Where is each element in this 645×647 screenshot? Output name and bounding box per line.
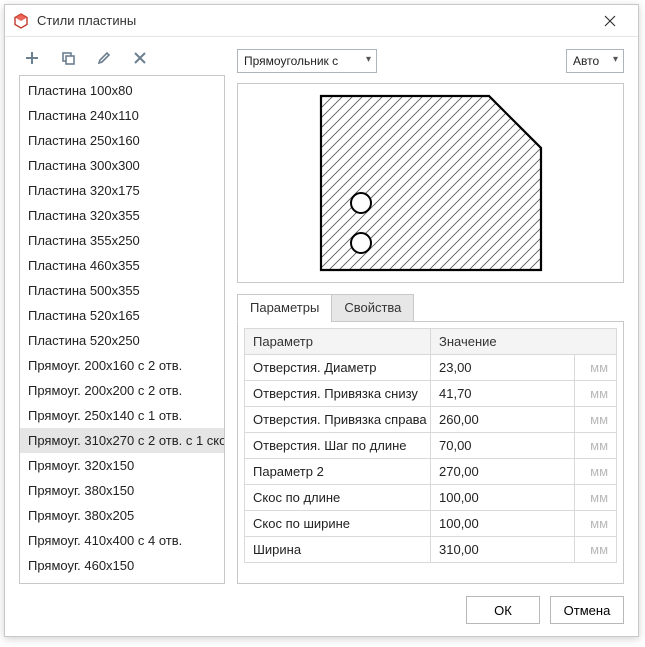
table-row: Отверстия. Шаг по длине70,00мм [245, 433, 617, 459]
delete-button[interactable] [131, 49, 149, 67]
shape-preview [237, 83, 624, 283]
dialog-footer: ОК Отмена [5, 584, 638, 636]
auto-select-value: Авто [573, 54, 599, 68]
param-name: Отверстия. Привязка снизу [245, 381, 431, 407]
col-param: Параметр [245, 329, 431, 355]
edit-button[interactable] [95, 49, 113, 67]
list-item[interactable]: Пластина 500x355 [20, 278, 224, 303]
cancel-label: Отмена [564, 603, 611, 618]
list-item[interactable]: Прямоуг. 380x150 [20, 478, 224, 503]
left-column: Пластина 100x80Пластина 240x110Пластина … [19, 47, 225, 584]
param-name: Отверстия. Диаметр [245, 355, 431, 381]
list-item[interactable]: Прямоуг. 320x150 [20, 453, 224, 478]
titlebar: Стили пластины [5, 5, 638, 37]
list-item[interactable]: Пластина 300x300 [20, 153, 224, 178]
list-item[interactable]: Пластина 240x110 [20, 103, 224, 128]
table-row: Отверстия. Привязка снизу41,70мм [245, 381, 617, 407]
right-column: Прямоугольник с Авто [237, 47, 624, 584]
param-unit: мм [575, 381, 617, 407]
param-value[interactable]: 100,00 [431, 485, 575, 511]
param-unit: мм [575, 511, 617, 537]
tab-params-label: Параметры [250, 300, 319, 315]
list-item[interactable]: Пластина 100x80 [20, 78, 224, 103]
tab-props-label: Свойства [344, 300, 401, 315]
param-value[interactable]: 70,00 [431, 433, 575, 459]
param-name: Отверстия. Шаг по длине [245, 433, 431, 459]
table-row: Скос по ширине100,00мм [245, 511, 617, 537]
table-row: Скос по длине100,00мм [245, 485, 617, 511]
param-name: Ширина [245, 537, 431, 563]
param-unit: мм [575, 459, 617, 485]
app-icon [13, 13, 29, 29]
window-title: Стили пластины [37, 13, 590, 28]
param-unit: мм [575, 407, 617, 433]
list-item[interactable]: Пластина 250x160 [20, 128, 224, 153]
param-value[interactable]: 310,00 [431, 537, 575, 563]
table-row: Отверстия. Диаметр23,00мм [245, 355, 617, 381]
param-unit: мм [575, 537, 617, 563]
list-item[interactable]: Пластина 520x250 [20, 328, 224, 353]
params-table: Параметр Значение Отверстия. Диаметр23,0… [244, 328, 617, 563]
param-name: Скос по ширине [245, 511, 431, 537]
tab-params[interactable]: Параметры [237, 294, 332, 322]
col-value: Значение [431, 329, 617, 355]
close-button[interactable] [590, 7, 630, 35]
tab-props[interactable]: Свойства [331, 294, 414, 322]
dialog-body: Пластина 100x80Пластина 240x110Пластина … [5, 37, 638, 584]
ok-button[interactable]: ОК [466, 596, 540, 624]
top-controls: Прямоугольник с Авто [237, 47, 624, 75]
params-panel: Параметр Значение Отверстия. Диаметр23,0… [237, 322, 624, 584]
shape-select[interactable]: Прямоугольник с [237, 49, 377, 73]
shape-select-value: Прямоугольник с [244, 54, 338, 68]
copy-button[interactable] [59, 49, 77, 67]
param-value[interactable]: 23,00 [431, 355, 575, 381]
list-toolbar [19, 47, 225, 75]
list-item[interactable]: Пластина 355x250 [20, 228, 224, 253]
table-row: Параметр 2270,00мм [245, 459, 617, 485]
list-item[interactable]: Прямоуг. 250x140 с 1 отв. [20, 403, 224, 428]
dialog-window: Стили пластины [4, 4, 639, 637]
list-item[interactable]: Прямоуг. 200x160 c 2 отв. [20, 353, 224, 378]
tabs: Параметры Свойства [237, 293, 624, 322]
list-item[interactable]: Пластина 320x175 [20, 178, 224, 203]
list-item[interactable]: Прямоуг. 380x205 [20, 503, 224, 528]
param-value[interactable]: 270,00 [431, 459, 575, 485]
param-unit: мм [575, 433, 617, 459]
list-item[interactable]: Пластина 320x355 [20, 203, 224, 228]
styles-list[interactable]: Пластина 100x80Пластина 240x110Пластина … [19, 75, 225, 584]
auto-select[interactable]: Авто [566, 49, 624, 73]
param-name: Отверстия. Привязка справа [245, 407, 431, 433]
list-item[interactable]: Пластина 520x165 [20, 303, 224, 328]
param-unit: мм [575, 355, 617, 381]
ok-label: ОК [494, 603, 512, 618]
table-row: Ширина310,00мм [245, 537, 617, 563]
list-item[interactable]: Прямоуг. 460x150 [20, 553, 224, 578]
list-item[interactable]: Прямоуг. 410x400 с 4 отв. [20, 528, 224, 553]
preview-svg [251, 88, 611, 278]
param-value[interactable]: 260,00 [431, 407, 575, 433]
param-value[interactable]: 100,00 [431, 511, 575, 537]
list-item[interactable]: Прямоуг. 310x270 с 2 отв. с 1 ско [20, 428, 224, 453]
param-name: Скос по длине [245, 485, 431, 511]
cancel-button[interactable]: Отмена [550, 596, 624, 624]
param-unit: мм [575, 485, 617, 511]
add-button[interactable] [23, 49, 41, 67]
param-name: Параметр 2 [245, 459, 431, 485]
list-item[interactable]: Прямоуг. 200x200 c 2 отв. [20, 378, 224, 403]
list-item[interactable]: Пластина 460x355 [20, 253, 224, 278]
table-row: Отверстия. Привязка справа260,00мм [245, 407, 617, 433]
param-value[interactable]: 41,70 [431, 381, 575, 407]
